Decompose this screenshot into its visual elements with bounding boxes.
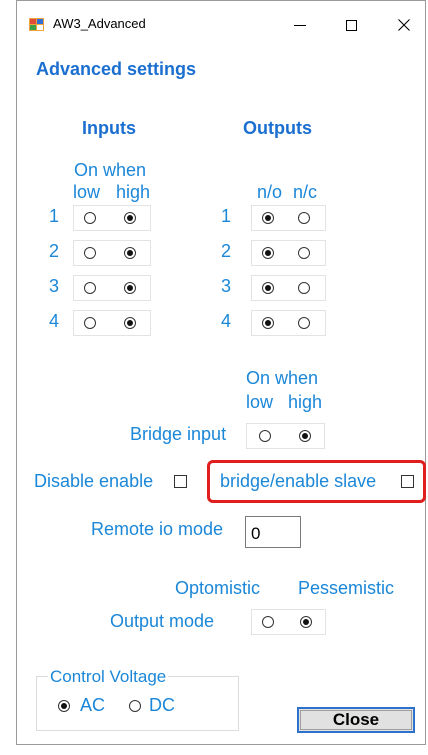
output-mode-opt2-label: Pessemistic bbox=[298, 578, 395, 598]
bridge-high-radio[interactable] bbox=[299, 430, 311, 442]
outputs-col-no: n/o bbox=[257, 182, 283, 202]
output-mode-radio-group bbox=[251, 609, 326, 635]
output-4-nc-radio[interactable] bbox=[298, 317, 310, 329]
output-3-no-radio[interactable] bbox=[262, 282, 274, 294]
input-2-low-radio[interactable] bbox=[84, 247, 96, 259]
remote-io-label: Remote io mode bbox=[91, 519, 224, 539]
input-1-low-radio[interactable] bbox=[84, 212, 96, 224]
minimize-button[interactable] bbox=[280, 9, 320, 41]
input-3-low-radio[interactable] bbox=[84, 282, 96, 294]
output-mode-opt1-label: Optomistic bbox=[175, 578, 261, 598]
window-title: AW3_Advanced bbox=[53, 16, 146, 31]
input-row-number: 2 bbox=[48, 241, 59, 261]
input-1-high-radio[interactable] bbox=[124, 212, 136, 224]
input-4-radio-group bbox=[73, 310, 151, 336]
disable-enable-checkbox[interactable] bbox=[174, 475, 187, 488]
inputs-col-low: low bbox=[73, 182, 101, 202]
outputs-heading: Outputs bbox=[243, 118, 312, 138]
input-row-number: 3 bbox=[48, 276, 59, 296]
output-1-nc-radio[interactable] bbox=[298, 212, 310, 224]
page-title: Advanced settings bbox=[36, 59, 197, 79]
bridge-col-low: low bbox=[246, 392, 274, 412]
bridge-caption: On when bbox=[246, 368, 319, 388]
close-window-button[interactable] bbox=[384, 9, 424, 41]
output-row-number: 2 bbox=[220, 241, 231, 261]
close-icon bbox=[398, 19, 410, 31]
output-1-radio-group bbox=[251, 205, 326, 231]
app-icon bbox=[29, 18, 44, 31]
output-4-radio-group bbox=[251, 310, 326, 336]
output-row-number: 4 bbox=[220, 311, 231, 331]
inputs-caption: On when bbox=[74, 160, 147, 180]
output-2-nc-radio[interactable] bbox=[298, 247, 310, 259]
input-2-radio-group bbox=[73, 240, 151, 266]
output-2-no-radio[interactable] bbox=[262, 247, 274, 259]
inputs-col-high: high bbox=[116, 182, 151, 202]
control-voltage-legend: Control Voltage bbox=[48, 667, 169, 687]
output-row-number: 3 bbox=[220, 276, 231, 296]
input-4-low-radio[interactable] bbox=[84, 317, 96, 329]
outputs-col-nc: n/c bbox=[293, 182, 318, 202]
control-voltage-dc-label: DC bbox=[149, 695, 175, 715]
bridge-input-label: Bridge input bbox=[130, 424, 227, 444]
bridge-low-radio[interactable] bbox=[259, 430, 271, 442]
input-4-high-radio[interactable] bbox=[124, 317, 136, 329]
input-3-high-radio[interactable] bbox=[124, 282, 136, 294]
maximize-icon bbox=[345, 19, 357, 31]
app-window: AW3_Advanced Advanced settings Inputs On… bbox=[16, 0, 426, 745]
control-voltage-dc-radio[interactable] bbox=[129, 700, 141, 712]
output-mode-pessemistic-radio[interactable] bbox=[300, 616, 312, 628]
remote-io-input[interactable]: 0 bbox=[245, 516, 301, 548]
maximize-button[interactable] bbox=[331, 9, 371, 41]
control-voltage-ac-radio[interactable] bbox=[58, 700, 70, 712]
bridge-col-high: high bbox=[288, 392, 323, 412]
minimize-icon bbox=[294, 24, 306, 26]
bridge-input-radio-group bbox=[246, 423, 325, 449]
control-voltage-ac-label: AC bbox=[80, 695, 106, 715]
input-row-number: 4 bbox=[48, 311, 59, 331]
input-3-radio-group bbox=[73, 275, 151, 301]
input-1-radio-group bbox=[73, 205, 151, 231]
output-3-nc-radio[interactable] bbox=[298, 282, 310, 294]
output-2-radio-group bbox=[251, 240, 326, 266]
input-row-number: 1 bbox=[48, 206, 59, 226]
output-row-number: 1 bbox=[220, 206, 231, 226]
disable-enable-label: Disable enable bbox=[34, 471, 154, 491]
bridge-enable-slave-label: bridge/enable slave bbox=[220, 471, 377, 491]
inputs-heading: Inputs bbox=[82, 118, 136, 138]
output-1-no-radio[interactable] bbox=[262, 212, 274, 224]
output-mode-optomistic-radio[interactable] bbox=[262, 616, 274, 628]
title-bar[interactable]: AW3_Advanced bbox=[17, 1, 425, 49]
output-mode-label: Output mode bbox=[110, 611, 215, 631]
output-4-no-radio[interactable] bbox=[262, 317, 274, 329]
input-2-high-radio[interactable] bbox=[124, 247, 136, 259]
output-3-radio-group bbox=[251, 275, 326, 301]
close-button[interactable]: Close bbox=[297, 707, 415, 733]
bridge-enable-slave-checkbox[interactable] bbox=[401, 475, 414, 488]
